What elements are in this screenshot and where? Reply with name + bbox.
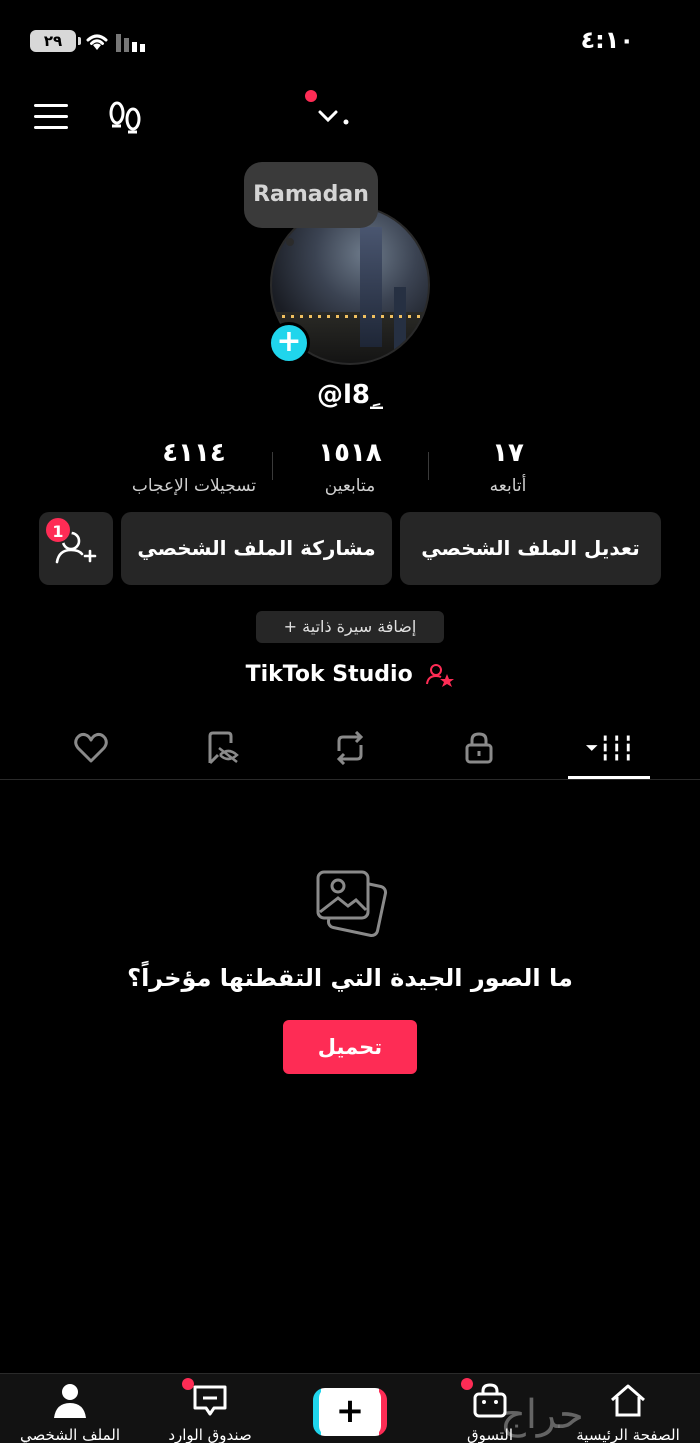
lock-icon	[465, 732, 493, 764]
signal-icon	[116, 34, 145, 52]
upload-button[interactable]: تحميل	[283, 1020, 417, 1074]
stat-likes[interactable]: ٤١١٤ تسجيلات الإعجاب	[114, 438, 274, 496]
menu-icon[interactable]	[34, 104, 68, 130]
watermark: حراج	[500, 1392, 584, 1438]
likes-count: ٤١١٤	[162, 438, 226, 468]
status-time: ٤:١٠	[580, 26, 634, 54]
chevron-down-icon[interactable]	[316, 104, 356, 132]
creator-star-icon	[426, 664, 455, 687]
bubble-tail	[286, 238, 294, 246]
following-count: ١٧	[492, 438, 524, 468]
nav-profile[interactable]: الملف الشخصي	[10, 1382, 130, 1443]
heart-icon	[74, 732, 108, 763]
profile-icon	[54, 1384, 86, 1418]
empty-state-message: ما الصور الجيدة التي التقطتها مؤخراً؟	[127, 964, 573, 992]
nav-home[interactable]: الصفحة الرئيسية	[568, 1382, 688, 1443]
followers-count: ١٥١٨	[318, 438, 382, 468]
battery-indicator: ٢٩	[30, 30, 81, 52]
nav-profile-label: الملف الشخصي	[20, 1426, 120, 1443]
studio-label: TikTok Studio	[245, 662, 413, 687]
stat-followers[interactable]: ١٥١٨ متابعين	[270, 438, 430, 496]
grid-icon	[586, 735, 632, 761]
share-profile-button[interactable]: مشاركة الملف الشخصي	[121, 512, 392, 585]
nav-inbox-label: صندوق الوارد	[168, 1426, 252, 1443]
home-icon	[611, 1384, 645, 1417]
tab-videos[interactable]	[586, 726, 634, 770]
repost-icon	[336, 731, 364, 765]
account-notification-dot	[305, 90, 317, 102]
add-story-button[interactable]: +	[268, 322, 310, 364]
following-label: أتابعه	[489, 476, 527, 496]
tab-liked[interactable]	[67, 726, 115, 770]
photos-icon	[316, 870, 388, 938]
edit-profile-button[interactable]: تعديل الملف الشخصي	[400, 512, 661, 585]
inbox-message-icon	[193, 1385, 227, 1416]
tiktok-studio-link[interactable]: TikTok Studio	[0, 662, 700, 688]
plus-icon: +	[319, 1388, 381, 1436]
stat-following[interactable]: ١٧ أتابعه	[428, 438, 588, 496]
create-button[interactable]: +	[313, 1388, 387, 1436]
tabs-divider	[0, 779, 700, 780]
tab-private[interactable]	[455, 726, 503, 770]
tab-hidden-saved[interactable]	[198, 726, 246, 770]
followers-label: متابعين	[324, 476, 376, 496]
tab-reposts[interactable]	[326, 726, 374, 770]
friend-requests-badge: 1	[44, 516, 72, 544]
wifi-icon	[86, 34, 108, 50]
username: @l8ِ_	[316, 380, 383, 410]
add-bio-button[interactable]: + إضافة سيرة ذاتية	[256, 611, 444, 643]
nav-inbox[interactable]: صندوق الوارد	[150, 1382, 270, 1443]
nav-home-label: الصفحة الرئيسية	[576, 1426, 680, 1443]
bookmark-eye-slash-icon	[208, 731, 239, 765]
story-note-bubble[interactable]: Ramadan	[244, 162, 378, 228]
footprints-icon[interactable]	[106, 100, 144, 136]
likes-label: تسجيلات الإعجاب	[131, 476, 257, 496]
